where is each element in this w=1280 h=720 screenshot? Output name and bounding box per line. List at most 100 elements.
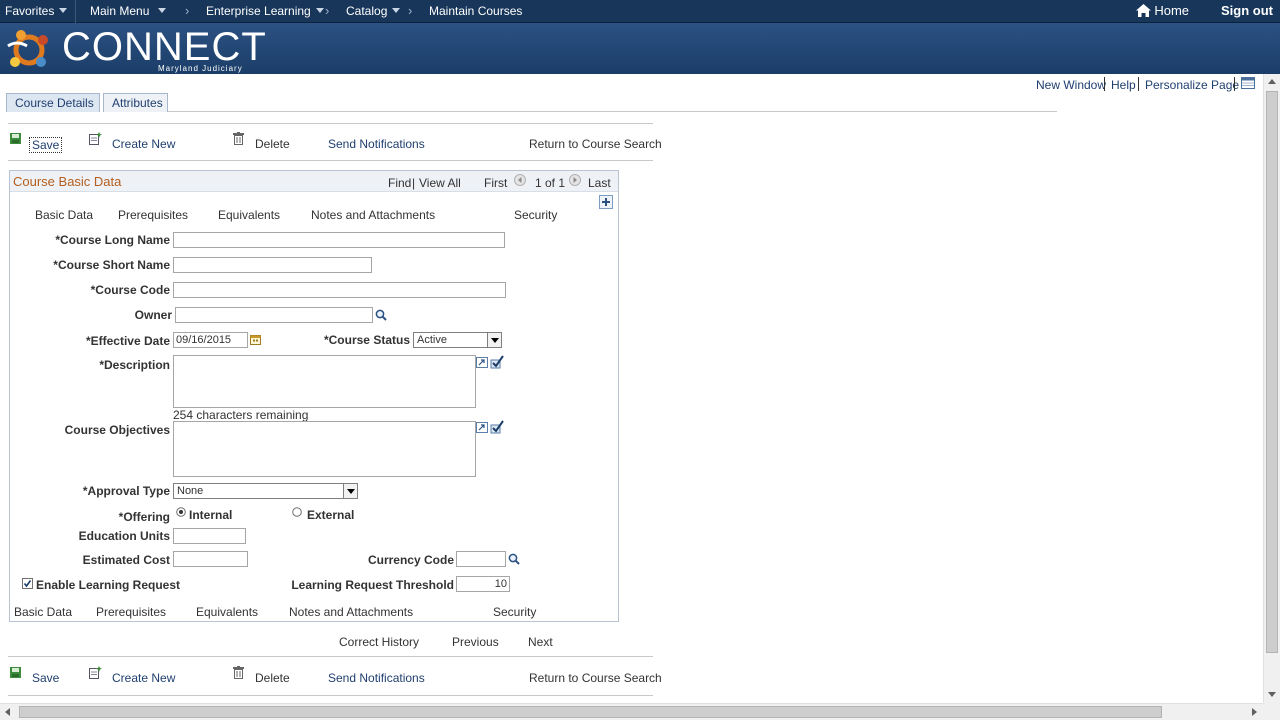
course-objectives-textarea[interactable]: [173, 421, 476, 477]
course-long-name-label: *Course Long Name: [55, 233, 170, 247]
delete-button[interactable]: Delete: [255, 137, 290, 151]
home-link[interactable]: Home: [1136, 3, 1189, 18]
owner-input[interactable]: [175, 307, 373, 323]
expand-field-icon[interactable]: [476, 422, 488, 433]
next-button[interactable]: Next: [528, 635, 553, 649]
home-label: Home: [1154, 3, 1190, 18]
save-button[interactable]: Save: [29, 137, 63, 153]
add-row-icon[interactable]: [599, 195, 613, 209]
offering-external-radio[interactable]: [292, 507, 302, 517]
subtab-prerequisites[interactable]: Prerequisites: [118, 208, 188, 222]
approval-type-label: *Approval Type: [82, 484, 170, 498]
create-new-button[interactable]: Create New: [112, 137, 175, 151]
next-arrow-icon[interactable]: [569, 174, 581, 186]
subtab-equivalents[interactable]: Equivalents: [218, 208, 280, 222]
personalize-layout-icon[interactable]: [1241, 77, 1255, 89]
sign-out-link[interactable]: Sign out: [1221, 3, 1273, 18]
horizontal-scroll-thumb[interactable]: [19, 706, 1162, 718]
education-units-input[interactable]: [173, 528, 246, 544]
scroll-left-arrow-icon[interactable]: [5, 708, 10, 716]
return-to-search-button-bottom[interactable]: Return to Course Search: [529, 671, 662, 685]
create-new-icon[interactable]: [89, 666, 102, 679]
previous-button[interactable]: Previous: [452, 635, 499, 649]
return-to-search-button[interactable]: Return to Course Search: [529, 137, 662, 151]
learning-request-threshold-input[interactable]: [456, 576, 510, 592]
subtab-notes-attachments-bottom[interactable]: Notes and Attachments: [289, 605, 413, 619]
offering-internal-radio[interactable]: [176, 507, 186, 517]
currency-code-label: Currency Code: [367, 553, 454, 567]
course-long-name-input[interactable]: [173, 232, 505, 248]
effective-date-input[interactable]: [173, 332, 248, 348]
tab-course-details[interactable]: Course Details: [6, 93, 100, 112]
send-notifications-button-bottom[interactable]: Send Notifications: [328, 671, 425, 685]
help-link[interactable]: Help: [1111, 78, 1136, 92]
save-icon[interactable]: [10, 133, 21, 144]
main-menu-label: Main Menu: [90, 4, 150, 18]
subtab-basic-data-bottom[interactable]: Basic Data: [14, 605, 72, 619]
course-short-name-input[interactable]: [173, 257, 372, 273]
tab-course-details-label: Course Details: [15, 96, 94, 110]
previous-arrow-icon[interactable]: [514, 174, 526, 186]
estimated-cost-input[interactable]: [173, 551, 248, 567]
scroll-right-arrow-icon[interactable]: [1252, 708, 1257, 716]
toolbar-divider: [8, 160, 653, 161]
chevron-down-icon: [392, 8, 401, 13]
breadcrumb-maintain-courses[interactable]: Maintain Courses: [429, 4, 522, 18]
approval-type-select[interactable]: None: [173, 483, 358, 499]
horizontal-scrollbar[interactable]: [0, 703, 1263, 720]
last-label[interactable]: Last: [588, 176, 611, 190]
chevron-down-icon: [315, 8, 324, 13]
subtab-notes-attachments[interactable]: Notes and Attachments: [311, 208, 435, 222]
subtab-equivalents-bottom[interactable]: Equivalents: [196, 605, 258, 619]
description-textarea[interactable]: [173, 355, 476, 408]
tab-attributes[interactable]: Attributes: [103, 93, 168, 112]
subtab-basic-data[interactable]: Basic Data: [35, 208, 93, 222]
vertical-scrollbar[interactable]: [1263, 74, 1280, 703]
owner-lookup-search-icon[interactable]: [375, 309, 387, 321]
group-title: Course Basic Data: [13, 174, 122, 189]
chevron-down-icon: [59, 8, 68, 13]
trash-icon[interactable]: [233, 666, 244, 679]
spell-check-icon[interactable]: [490, 420, 504, 434]
expand-field-icon[interactable]: [476, 357, 488, 368]
save-icon[interactable]: [10, 667, 21, 678]
view-all-link[interactable]: View All: [419, 176, 461, 190]
enable-learning-request-label: Enable Learning Request: [36, 578, 181, 592]
scroll-down-arrow-icon[interactable]: [1268, 692, 1276, 697]
calendar-icon[interactable]: [250, 334, 261, 345]
main-menu[interactable]: Main Menu: [90, 4, 167, 18]
course-status-select[interactable]: Active: [413, 332, 502, 348]
row-count: 1 of 1: [535, 176, 566, 190]
create-new-button-bottom[interactable]: Create New: [112, 671, 175, 685]
spell-check-icon[interactable]: [490, 355, 504, 369]
create-new-icon[interactable]: [89, 132, 102, 145]
owner-label: Owner: [134, 308, 172, 322]
course-status-label: *Course Status: [323, 333, 410, 347]
toolbar-divider: [8, 656, 653, 657]
enable-learning-request-checkbox[interactable]: [22, 578, 33, 589]
favorites-menu[interactable]: Favorites: [5, 4, 68, 18]
subtab-prerequisites-bottom[interactable]: Prerequisites: [96, 605, 166, 619]
trash-icon[interactable]: [233, 132, 244, 145]
save-button-bottom[interactable]: Save: [32, 671, 59, 685]
first-label[interactable]: First: [484, 176, 507, 190]
currency-code-input[interactable]: [456, 551, 506, 567]
approval-type-value: None: [177, 485, 204, 497]
currency-lookup-search-icon[interactable]: [508, 553, 520, 565]
scroll-up-arrow-icon[interactable]: [1268, 79, 1276, 84]
personalize-page-link[interactable]: Personalize Page: [1145, 78, 1239, 92]
correct-history-button[interactable]: Correct History: [339, 635, 419, 649]
find-link[interactable]: Find: [388, 176, 411, 190]
catalog-label: Catalog: [346, 4, 388, 18]
enterprise-learning-label: Enterprise Learning: [206, 4, 311, 18]
delete-button-bottom[interactable]: Delete: [255, 671, 290, 685]
subtab-security-bottom[interactable]: Security: [493, 605, 536, 619]
new-window-link[interactable]: New Window: [1036, 78, 1106, 92]
course-code-input[interactable]: [173, 282, 506, 298]
subtab-security[interactable]: Security: [514, 208, 557, 222]
send-notifications-button[interactable]: Send Notifications: [328, 137, 425, 151]
vertical-scroll-thumb[interactable]: [1266, 91, 1278, 653]
breadcrumb-catalog[interactable]: Catalog: [346, 4, 401, 18]
breadcrumb-enterprise-learning[interactable]: Enterprise Learning: [206, 4, 324, 18]
chevron-down-icon: [487, 333, 501, 347]
